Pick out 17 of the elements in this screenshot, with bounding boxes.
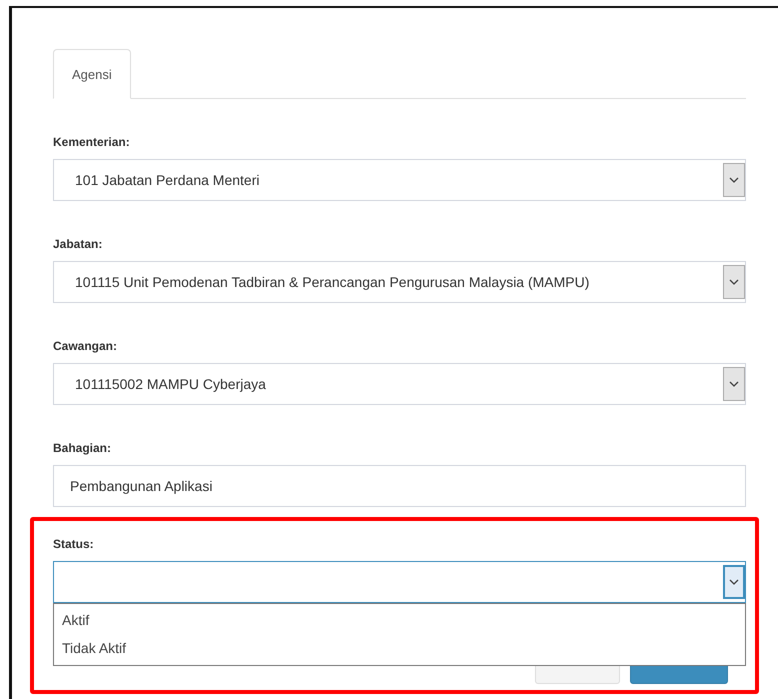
select-field[interactable]: 101 Jabatan Perdana Menteri xyxy=(53,159,746,201)
field-label: Bahagian: xyxy=(53,441,112,455)
select-field[interactable] xyxy=(53,561,746,603)
text-field[interactable]: Pembangunan Aplikasi xyxy=(53,465,746,507)
select-field[interactable]: 101115 Unit Pemodenan Tadbiran & Perancangan Pengurusan Malaysia (MAMPU) xyxy=(53,261,746,303)
chevron-down-icon[interactable] xyxy=(723,163,745,197)
dropdown-option[interactable]: Aktif xyxy=(54,606,745,634)
chevron-down-icon[interactable] xyxy=(723,367,745,401)
tab[interactable]: Agensi xyxy=(53,49,131,99)
select-field[interactable]: 101115002 MAMPU Cyberjaya xyxy=(53,363,746,405)
dropdown-option[interactable]: Tidak Aktif xyxy=(54,634,745,662)
chevron-down-icon[interactable] xyxy=(723,265,745,299)
field-label: Kementerian: xyxy=(53,135,131,149)
field-label: Status: xyxy=(53,537,95,551)
field-label: Cawangan: xyxy=(53,339,118,353)
chevron-down-icon[interactable] xyxy=(723,565,745,599)
field-label: Jabatan: xyxy=(53,237,104,251)
